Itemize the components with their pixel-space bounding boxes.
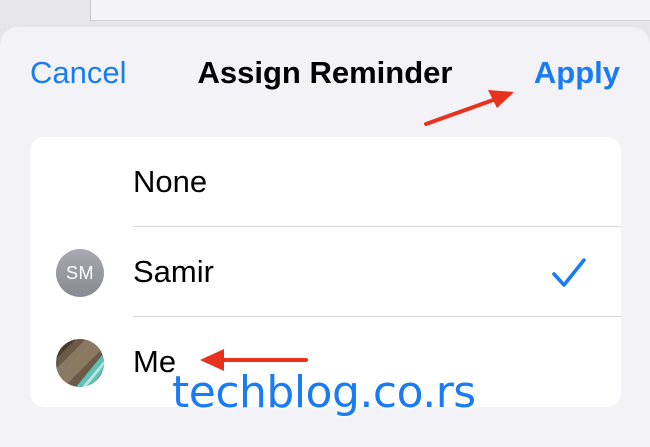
- list-item-label: Samir: [133, 254, 214, 289]
- list-item-samir[interactable]: SM Samir: [30, 227, 621, 317]
- avatar: SM: [56, 249, 104, 297]
- background-divider: [90, 0, 91, 20]
- checkmark-icon: [552, 258, 586, 287]
- apply-button[interactable]: Apply: [534, 53, 620, 93]
- avatar-photo: [56, 339, 104, 387]
- navigation-bar: Cancel Assign Reminder Apply: [0, 27, 650, 119]
- list-item-none[interactable]: None: [30, 137, 621, 227]
- list-item-label: None: [133, 164, 208, 199]
- background-sheet-edge: [90, 0, 650, 21]
- page-title-text: Assign Reminder: [197, 55, 453, 90]
- avatar-initials: SM: [66, 263, 94, 283]
- watermark-text: techblog.co.rs: [172, 367, 476, 418]
- photo-avatar-image: [56, 339, 104, 387]
- list-item-label: Me: [133, 344, 177, 379]
